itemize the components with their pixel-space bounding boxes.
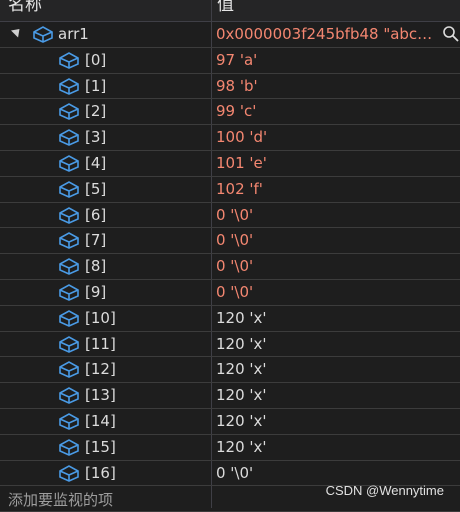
element-index: [2] [85,102,107,121]
watch-row-element[interactable]: [14] 120 'x' [0,409,460,435]
element-value[interactable]: 0 '\0' [216,257,253,275]
cube-icon [59,309,79,327]
element-value[interactable]: 120 'x' [216,386,267,404]
cube-icon [59,180,79,198]
watch-row-element[interactable]: [5] 102 'f' [0,177,460,203]
watch-rows: arr1 0x0000003f245bfb48 "abc… [0] 97 'a'[… [0,22,460,512]
element-index: [11] [85,334,116,353]
element-value[interactable]: 0 '\0' [216,464,253,482]
cube-icon [59,155,79,172]
watch-row-element[interactable]: [9] 0 '\0' [0,280,460,306]
element-index: [7] [85,231,107,250]
element-value[interactable]: 120 'x' [216,360,267,378]
magnifier-icon[interactable] [442,25,460,43]
cube-icon [59,335,79,353]
cube-icon [59,464,79,482]
cube-icon [59,206,79,224]
watch-row-element[interactable]: [1] 98 'b' [0,74,460,100]
watch-row-element[interactable]: [12] 120 'x' [0,357,460,384]
watch-row-element[interactable]: [8] 0 '\0' [0,254,460,280]
watch-row-root[interactable]: arr1 0x0000003f245bfb48 "abc… [0,22,460,48]
element-index: [6] [85,205,107,224]
name-column-header[interactable]: 名称 [8,0,42,16]
element-value[interactable]: 120 'x' [216,335,267,353]
cube-icon [59,77,79,95]
expanded-triangle-icon[interactable] [10,25,24,38]
watch-row-element[interactable]: [15] 120 'x' [0,435,460,461]
element-index: [12] [85,360,116,379]
watch-row-element[interactable]: [2] 99 'c' [0,99,460,126]
element-value[interactable]: 120 'x' [216,412,267,430]
element-index: [13] [85,386,116,405]
element-index: [14] [85,411,116,430]
watch-row-element[interactable]: [13] 120 'x' [0,383,460,409]
watermark: CSDN @Wennytime [325,483,444,498]
element-index: [5] [85,179,107,198]
watch-row-element[interactable]: [10] 120 'x' [0,306,460,332]
element-index: [3] [85,128,107,147]
watch-row-element[interactable]: [11] 120 'x' [0,332,460,358]
cube-icon [33,26,53,43]
watch-row-element[interactable]: [7] 0 '\0' [0,228,460,255]
element-value[interactable]: 102 'f' [216,180,263,198]
element-value[interactable]: 101 'e' [216,154,267,172]
watch-row-element[interactable]: [0] 97 'a' [0,48,460,74]
element-index: [1] [85,76,107,95]
element-value[interactable]: 0 '\0' [216,231,253,249]
element-index: [8] [85,257,107,276]
element-index: [16] [85,463,116,482]
watch-row-element[interactable]: [4] 101 'e' [0,151,460,177]
cube-icon [59,387,79,405]
variable-value[interactable]: 0x0000003f245bfb48 "abc… [216,25,432,43]
cube-icon [59,258,79,276]
cube-icon [59,51,79,69]
element-value[interactable]: 97 'a' [216,51,257,69]
element-value[interactable]: 120 'x' [216,438,267,456]
watch-row-element[interactable]: [6] 0 '\0' [0,203,460,229]
cube-icon [59,129,79,147]
cube-icon [59,232,79,250]
element-index: [0] [85,50,107,69]
cube-icon [59,103,79,121]
element-value[interactable]: 0 '\0' [216,206,253,224]
element-index: [9] [85,282,107,301]
element-index: [15] [85,437,116,456]
add-watch-placeholder[interactable]: 添加要监视的项 [8,489,113,510]
watch-row-element[interactable]: [3] 100 'd' [0,125,460,151]
element-value[interactable]: 100 'd' [216,128,267,146]
watch-header: 名称 值 [0,0,460,22]
cube-icon [59,361,79,379]
cube-icon [59,438,79,456]
variable-name: arr1 [58,25,89,43]
element-value[interactable]: 98 'b' [216,77,258,95]
value-column-header[interactable]: 值 [217,0,234,16]
element-value[interactable]: 120 'x' [216,309,267,327]
cube-icon [59,284,79,301]
element-index: [4] [85,153,107,172]
element-value[interactable]: 0 '\0' [216,283,253,301]
cube-icon [59,413,79,430]
element-value[interactable]: 99 'c' [216,102,256,120]
element-index: [10] [85,308,116,327]
